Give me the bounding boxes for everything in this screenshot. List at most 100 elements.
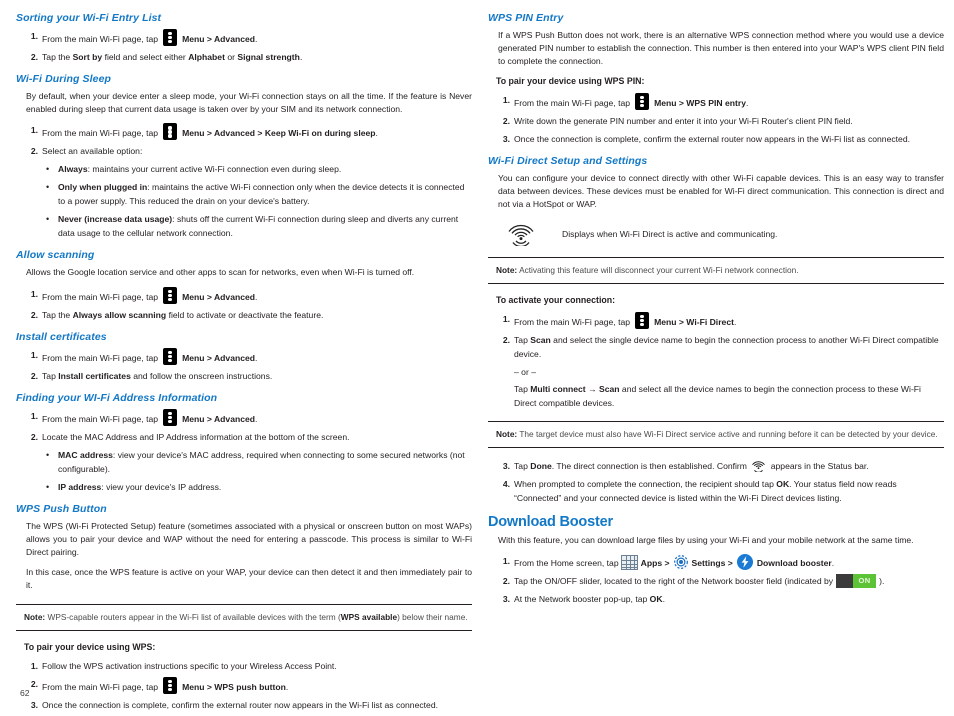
step-number: 1. bbox=[30, 31, 38, 41]
step-number: 1. bbox=[502, 314, 510, 325]
step-item: 2. Tap the Always allow scanning field t… bbox=[16, 308, 472, 322]
step-text-bold: Alphabet bbox=[188, 52, 225, 62]
bullet-dot-icon: • bbox=[46, 214, 50, 225]
note-label: Note: bbox=[496, 265, 518, 276]
step-text: When prompted to complete the connection… bbox=[514, 479, 777, 490]
section-heading: Allow scanning bbox=[16, 249, 95, 262]
bullet-item: • IP address: view your device's IP addr… bbox=[16, 480, 472, 494]
step-number: 2. bbox=[30, 52, 38, 62]
menu-overflow-icon bbox=[635, 92, 650, 110]
section-finding-wifi-address: Finding your WI-Fi Address Information 1… bbox=[16, 392, 472, 494]
bullet-list: • Always: maintains your current active … bbox=[16, 162, 472, 240]
section-heading: WPS PIN Entry bbox=[488, 12, 564, 24]
bullet-text: : maintains your current active Wi-Fi co… bbox=[87, 164, 342, 175]
step-text: At the Network booster pop-up, tap bbox=[514, 594, 650, 605]
step-text-bold: Install certificates bbox=[58, 370, 131, 381]
step-text-tail: . bbox=[733, 317, 737, 328]
step-text: Tap bbox=[514, 384, 531, 395]
step-text-bold: Menu > Wi-Fi Direct bbox=[654, 317, 734, 328]
step-item: 1. From the main Wi-Fi page, tap Menu > A… bbox=[16, 347, 472, 365]
step-item: 4. When prompted to complete the connect… bbox=[488, 477, 944, 505]
step-list: 1. Follow the WPS activation instruction… bbox=[16, 659, 472, 712]
bullet-item: • Never (increase data usage): shuts off… bbox=[16, 212, 472, 240]
bullet-label: IP address bbox=[58, 481, 102, 492]
step-list: 1. From the main Wi-Fi page, tap Menu > W… bbox=[488, 92, 944, 146]
settings-gear-icon bbox=[673, 554, 689, 570]
step-text-tail: ). bbox=[879, 576, 885, 587]
step-text-bold: Menu > WPS push button bbox=[182, 681, 286, 692]
section-heading: Sorting your Wi-Fi Entry List bbox=[16, 12, 162, 24]
section-paragraph: With this feature, you can download larg… bbox=[498, 535, 914, 546]
step-item: 2. Tap the ON/OFF slider, located to the… bbox=[488, 574, 944, 589]
step-text: and follow the onscreen instructions. bbox=[130, 370, 273, 381]
step-text: Tap the bbox=[42, 52, 73, 62]
subheading: To pair your device using WPS PIN: bbox=[496, 75, 645, 86]
bullet-item: • Only when plugged in: maintains the ac… bbox=[16, 180, 472, 208]
step-number: 3. bbox=[502, 133, 510, 144]
note-row: Note: Activating this feature will disco… bbox=[496, 264, 942, 277]
step-list: 1. From the main Wi-Fi page, tap Menu > W… bbox=[488, 312, 944, 410]
toggle-on-label: ON bbox=[853, 574, 877, 589]
step-text-bold: Scan bbox=[530, 335, 551, 346]
step-text-tail: . bbox=[255, 34, 258, 44]
step-item: 2. Select an available option: bbox=[16, 144, 472, 158]
section-heading: Finding your WI-Fi Address Information bbox=[16, 391, 218, 404]
subheading: To pair your device using WPS: bbox=[24, 641, 156, 652]
bullet-dot-icon: • bbox=[46, 481, 50, 492]
step-item: 1. From the main Wi-Fi page, tap Menu > W… bbox=[488, 92, 944, 110]
step-text-pre: From the main Wi-Fi page, tap bbox=[42, 128, 159, 139]
step-item: 1. From the main Wi-Fi page, tap Menu > A… bbox=[16, 286, 472, 304]
note-text: Activating this feature will disconnect … bbox=[519, 265, 799, 276]
bullet-dot-icon: • bbox=[46, 164, 50, 175]
section-download-booster: Download Booster With this feature, you … bbox=[488, 514, 944, 606]
section-paragraph: By default, when your device enter a sle… bbox=[26, 91, 472, 115]
section-wps-pin-entry: WPS PIN Entry If a WPS Push Button does … bbox=[488, 12, 944, 146]
step-text-bold: Menu > Advanced bbox=[182, 34, 256, 44]
step-number: 1. bbox=[502, 94, 510, 105]
note-label: Note: bbox=[24, 611, 46, 622]
step-item: 1. From the main Wi-Fi page, tap Menu > A… bbox=[16, 408, 472, 426]
step-number: 2. bbox=[30, 309, 38, 320]
step-list: 1. From the main Wi-Fi page, tap Menu > A… bbox=[16, 29, 472, 64]
onoff-toggle[interactable]: ON bbox=[836, 574, 877, 589]
step-text: Once the connection is complete, confirm… bbox=[42, 699, 438, 710]
section-heading: Wi-Fi Direct Setup and Settings bbox=[488, 154, 648, 167]
step-number: 2. bbox=[30, 370, 38, 381]
bullet-list: • MAC address: view your device's MAC ad… bbox=[16, 448, 472, 494]
step-number: 1. bbox=[502, 556, 510, 567]
step-text-tail: . bbox=[255, 352, 258, 363]
section-wifi-during-sleep: Wi-Fi During Sleep By default, when your… bbox=[16, 73, 472, 240]
note-row: Note: The target device must also have W… bbox=[496, 428, 942, 441]
icon-cell bbox=[506, 219, 562, 248]
manual-page: Sorting your Wi-Fi Entry List 1. From th… bbox=[0, 0, 954, 716]
step-text-bold: Menu > WPS PIN entry bbox=[654, 97, 746, 108]
menu-overflow-icon bbox=[163, 347, 178, 365]
step-text: Locate the MAC Address and IP Address in… bbox=[42, 431, 350, 442]
step-text-tail: . bbox=[285, 681, 289, 692]
step-text: Tap bbox=[514, 335, 531, 346]
step-item: 1. From the main Wi-Fi page, tap Menu > A… bbox=[16, 123, 472, 141]
step-item: 2. Tap the Sort by field and select eith… bbox=[16, 50, 472, 64]
step-text: Select an available option: bbox=[42, 146, 143, 157]
page-title: Download Booster bbox=[488, 514, 613, 531]
step-text-tail: . bbox=[745, 97, 749, 108]
step-item: 1. From the main Wi-Fi page, tap Menu > A… bbox=[16, 29, 472, 46]
step-number: 4. bbox=[502, 479, 510, 490]
step-item: 3. Once the connection is complete, conf… bbox=[16, 698, 472, 712]
menu-overflow-icon bbox=[163, 123, 178, 141]
step-number: 2. bbox=[502, 115, 510, 126]
bullet-dot-icon: • bbox=[46, 182, 50, 193]
booster-label: Download booster bbox=[756, 558, 832, 569]
step-text-tail: . bbox=[255, 291, 258, 302]
download-booster-icon bbox=[736, 554, 753, 571]
step-number: 3. bbox=[30, 699, 38, 710]
step-text-bold: Signal strength bbox=[237, 52, 300, 62]
step-text-pre: From the main Wi-Fi page, tap bbox=[42, 413, 159, 424]
note-label: Note: bbox=[496, 429, 518, 440]
step-list: 1. From the main Wi-Fi page, tap Menu > A… bbox=[16, 286, 472, 322]
step-number: 2. bbox=[30, 431, 38, 442]
step-list: 1. From the main Wi-Fi page, tap Menu > A… bbox=[16, 408, 472, 444]
step-text-pre: Tap the ON/OFF slider, located to the ri… bbox=[514, 576, 834, 587]
step-text-tail: . bbox=[375, 128, 378, 139]
step-number: 3. bbox=[502, 461, 510, 472]
